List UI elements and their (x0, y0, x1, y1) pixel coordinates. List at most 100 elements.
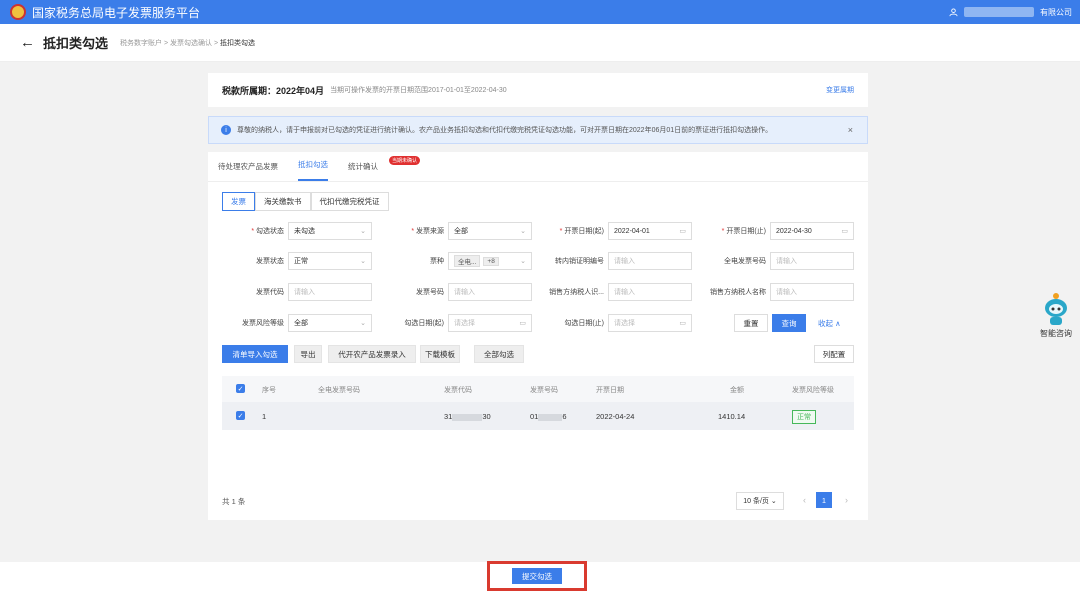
reset-button[interactable]: 重置 (734, 314, 768, 332)
issue-date-to-value: 2022-04-30 (776, 227, 812, 235)
breadcrumb-separator: > (213, 39, 219, 47)
select-status-label: * 勾选状态 (251, 228, 284, 235)
invoice-source-value: 全部 (454, 228, 468, 235)
seller-name-field: 销售方纳税人名称 请输入 (696, 283, 854, 301)
select-all-button[interactable]: 全部勾选 (474, 345, 524, 363)
subtab-withholding[interactable]: 代扣代缴完税凭证 (310, 192, 389, 211)
invoice-no-field: 发票号码 请输入 (374, 283, 532, 301)
export-button[interactable]: 导出 (294, 345, 322, 363)
prev-page-icon[interactable]: ‹ (803, 495, 806, 505)
filter-row-4: 发票风险等级 全部 ⌄ 勾选日期(起) 请选择 ▭ 勾选日期(止) 请选择 ▭ 重置 … (208, 314, 868, 332)
risk-status-badge: 正常 (792, 410, 816, 424)
tab-stat-confirm[interactable]: 统计确认 当期未确认 (348, 156, 420, 181)
calendar-icon: ▭ (519, 320, 526, 327)
transfer-no-input[interactable]: 请输入 (608, 252, 692, 270)
filter-row-1: * 勾选状态 未勾选 ⌄ * 发票来源 全部 ⌄ * 开票日期(起) 2022-04… (208, 222, 868, 240)
smart-assistant[interactable]: 智能咨询 (1038, 292, 1074, 339)
ticket-type-select[interactable]: 全电... +8 ⌄ (448, 252, 532, 270)
chevron-down-icon: ⌄ (360, 320, 366, 327)
query-button[interactable]: 查询 (772, 314, 806, 332)
issue-date-from-input[interactable]: 2022-04-01 ▭ (608, 222, 692, 240)
risk-level-select[interactable]: 全部 ⌄ (288, 314, 372, 332)
submit-selection-button[interactable]: 提交勾选 (512, 568, 562, 584)
page-number[interactable]: 1 (816, 492, 832, 508)
issue-date-from-field: * 开票日期(起) 2022-04-01 ▭ (534, 222, 692, 240)
chevron-down-icon: ⌄ (360, 228, 366, 235)
select-date-from-input[interactable]: 请选择 ▭ (448, 314, 532, 332)
robot-icon (1043, 292, 1069, 326)
col-full-no: 全电发票号码 (318, 387, 360, 394)
col-code: 发票代码 (444, 387, 472, 394)
submit-highlight: 提交勾选 (487, 561, 587, 591)
full-elec-no-input[interactable]: 请输入 (770, 252, 854, 270)
table-row[interactable]: ✓ 1 31 30 01 6 2022-04-24 1410.14 正常 (222, 402, 854, 430)
row-code-suffix: 30 (482, 412, 491, 421)
notice-banner: i 尊敬的纳税人，请于申报前对已勾选的凭证进行统计确认。农产品业务抵扣勾选和代扣… (208, 116, 868, 144)
subtab-invoice[interactable]: 发票 (222, 192, 255, 211)
row-date: 2022-04-24 (596, 412, 635, 421)
tab-bar: 待处理农产品发票 抵扣勾选 统计确认 当期未确认 (208, 152, 868, 182)
invoice-no-input[interactable]: 请输入 (448, 283, 532, 301)
col-no: 发票号码 (530, 387, 558, 394)
issue-date-to-label-text: 开票日期(止) (726, 228, 766, 235)
agri-invoice-entry-button[interactable]: 代开农产品发票录入 (328, 345, 416, 363)
page-header: ← 抵扣类勾选 税务数字账户 > 发票勾选确认 > 抵扣类勾选 (0, 24, 1080, 62)
tab-pending-agri[interactable]: 待处理农产品发票 (218, 161, 278, 181)
invoice-status-select[interactable]: 正常 ⌄ (288, 252, 372, 270)
select-date-to-input[interactable]: 请选择 ▭ (608, 314, 692, 332)
breadcrumb-item[interactable]: 税务数字账户 (120, 40, 162, 47)
filter-row-3: 发票代码 请输入 发票号码 请输入 销售方纳税人识... 请输入 销售方纳税人名… (208, 283, 868, 301)
select-all-checkbox[interactable]: ✓ (236, 384, 245, 393)
invoice-status-field: 发票状态 正常 ⌄ (214, 252, 372, 270)
unconfirmed-badge: 当期未确认 (388, 156, 420, 165)
import-select-button[interactable]: 清单导入勾选 (222, 345, 288, 363)
company-name-redacted (964, 7, 1034, 17)
select-date-from-label: 勾选日期(起) (404, 320, 444, 327)
page-size-select[interactable]: 10 条/页 ⌄ (736, 492, 784, 510)
invoice-code-input[interactable]: 请输入 (288, 283, 372, 301)
select-status-select[interactable]: 未勾选 ⌄ (288, 222, 372, 240)
table-header: ✓ 序号 全电发票号码 发票代码 发票号码 开票日期 金额 发票风险等级 (222, 376, 854, 402)
breadcrumb: 税务数字账户 > 发票勾选确认 > 抵扣类勾选 (120, 38, 255, 48)
redacted-block (538, 413, 563, 421)
select-status-field: * 勾选状态 未勾选 ⌄ (214, 222, 372, 240)
issue-date-to-input[interactable]: 2022-04-30 ▭ (770, 222, 854, 240)
download-template-button[interactable]: 下载模板 (420, 345, 460, 363)
select-status-value: 未勾选 (294, 228, 315, 235)
chevron-down-icon: ⌄ (520, 228, 526, 235)
seller-name-input[interactable]: 请输入 (770, 283, 854, 301)
issue-date-from-label: * 开票日期(起) (559, 228, 604, 235)
change-period-link[interactable]: 变更属期 (826, 85, 854, 95)
platform-title: 国家税务总局电子发票服务平台 (32, 5, 201, 20)
row-checkbox[interactable]: ✓ (236, 411, 245, 420)
col-date: 开票日期 (596, 387, 624, 394)
tax-period-range: 当期可操作发票的开票日期范围2017-01-01至2022-04-30 (330, 87, 507, 94)
close-icon[interactable]: × (848, 125, 853, 135)
breadcrumb-item[interactable]: 发票勾选确认 (170, 40, 212, 47)
tab-deduct-select[interactable]: 抵扣勾选 (298, 159, 328, 181)
next-page-icon[interactable]: › (845, 495, 848, 505)
column-config-button[interactable]: 列配置 (814, 345, 854, 363)
invoice-source-select[interactable]: 全部 ⌄ (448, 222, 532, 240)
issue-date-from-value: 2022-04-01 (614, 227, 650, 235)
arrow-left-icon[interactable]: ← (20, 34, 35, 51)
calendar-icon: ▭ (679, 320, 686, 327)
doc-type-tabs: 发票 海关缴款书 代扣代缴完税凭证 (222, 192, 389, 211)
select-date-to-label: 勾选日期(止) (564, 320, 604, 327)
invoice-source-label-text: 发票来源 (416, 228, 444, 235)
seller-name-label: 销售方纳税人名称 (710, 289, 766, 296)
tax-period-label: 税款所属期： (222, 85, 277, 96)
page-size-value: 10 条/页 (743, 498, 769, 505)
row-no: 01 6 (530, 412, 567, 421)
collapse-filters-link[interactable]: 收起 ∧ (818, 318, 841, 329)
seller-id-input[interactable]: 请输入 (608, 283, 692, 301)
pagination: 共 1 条 10 条/页 ⌄ ‹ 1 › (222, 492, 854, 510)
total-count: 共 1 条 (222, 497, 246, 506)
user-menu[interactable]: 有限公司 (949, 0, 1072, 24)
row-no-prefix: 01 (530, 412, 539, 421)
tab-stat-confirm-label: 统计确认 (348, 162, 378, 171)
invoice-code-field: 发票代码 请输入 (214, 283, 372, 301)
user-icon (949, 7, 958, 16)
subtab-customs[interactable]: 海关缴款书 (255, 192, 311, 211)
invoice-code-label: 发票代码 (256, 289, 284, 296)
